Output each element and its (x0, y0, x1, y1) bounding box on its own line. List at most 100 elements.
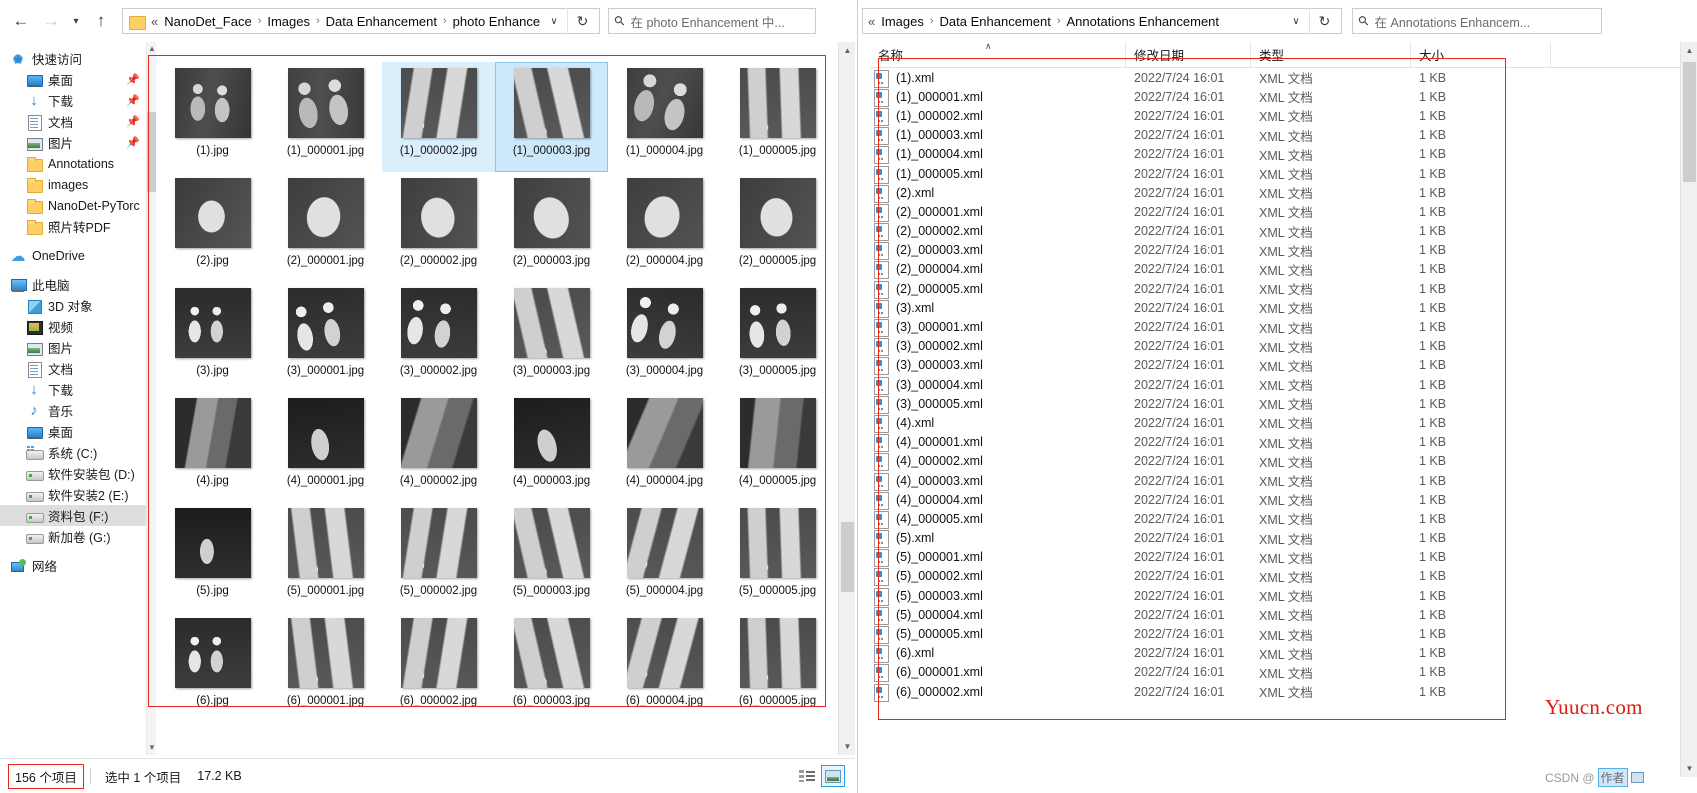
thumbnail-tile[interactable]: (1)_000005.jpg (721, 62, 834, 172)
breadcrumb-item-nanodet-face[interactable]: NanoDet_Face (161, 12, 254, 31)
file-row[interactable]: (5)_000004.xml 2022/7/24 16:01 XML 文档 1 KB (870, 605, 1680, 625)
pin-icon[interactable]: 📌 (126, 115, 140, 128)
thumbnail-tile[interactable]: (1).jpg (156, 62, 269, 172)
thumbnail-tile[interactable]: (4).jpg (156, 392, 269, 502)
thumbnail-tile[interactable]: (6).jpg (156, 612, 269, 722)
pin-icon[interactable]: 📌 (126, 94, 140, 107)
breadcrumb-item-images[interactable]: Images (264, 12, 313, 31)
file-row[interactable]: (3)_000004.xml 2022/7/24 16:01 XML 文档 1 KB (870, 375, 1680, 395)
thumbnail-tile[interactable]: (5)_000005.jpg (721, 502, 834, 612)
right-search-box[interactable]: ⚲ 在 Annotations Enhancem... (1352, 8, 1602, 34)
file-row[interactable]: (4)_000001.xml 2022/7/24 16:01 XML 文档 1 KB (870, 433, 1680, 453)
file-row[interactable]: (2)_000001.xml 2022/7/24 16:01 XML 文档 1 KB (870, 202, 1680, 222)
thumbnail-tile[interactable]: (3)_000005.jpg (721, 282, 834, 392)
column-header-type[interactable]: 类型 (1250, 41, 1410, 68)
sidebar-item-pictures[interactable]: 图片 📌 (0, 132, 146, 153)
thumbnail-tile[interactable]: (6)_000004.jpg (608, 612, 721, 722)
file-row[interactable]: (2).xml 2022/7/24 16:01 XML 文档 1 KB (870, 183, 1680, 203)
file-row[interactable]: (2)_000005.xml 2022/7/24 16:01 XML 文档 1 KB (870, 279, 1680, 299)
file-row[interactable]: (6)_000001.xml 2022/7/24 16:01 XML 文档 1 KB (870, 663, 1680, 683)
sidebar-group-this-pc[interactable]: 此电脑 (0, 274, 146, 295)
thumbnail-tile[interactable]: (4)_000001.jpg (269, 392, 382, 502)
refresh-icon[interactable]: ↻ (567, 8, 597, 34)
file-row[interactable]: (2)_000003.xml 2022/7/24 16:01 XML 文档 1 KB (870, 241, 1680, 261)
column-header-name[interactable]: 名称 ∧ (870, 41, 1125, 68)
scroll-down-icon[interactable]: ▼ (1681, 760, 1697, 777)
file-row[interactable]: (4)_000004.xml 2022/7/24 16:01 XML 文档 1 KB (870, 490, 1680, 510)
thumbnail-tile[interactable]: (6)_000005.jpg (721, 612, 834, 722)
breadcrumb-overflow[interactable]: « (865, 12, 878, 31)
thumbnail-tile[interactable]: (1)_000002.jpg (382, 62, 495, 172)
thumbnail-tile[interactable]: (3).jpg (156, 282, 269, 392)
nav-pane-scrollbar[interactable]: ▲ ▼ (146, 42, 157, 755)
pin-icon[interactable]: 📌 (126, 73, 140, 86)
column-header-size[interactable]: 大小 (1410, 41, 1550, 68)
thumbnail-tile[interactable]: (3)_000002.jpg (382, 282, 495, 392)
sidebar-item-documents-pc[interactable]: 文档 (0, 358, 146, 379)
left-breadcrumb[interactable]: « NanoDet_Face › Images › Data Enhanceme… (122, 8, 600, 34)
sidebar-item-desktop-pc[interactable]: 桌面 (0, 421, 146, 442)
file-row[interactable]: (4).xml 2022/7/24 16:01 XML 文档 1 KB (870, 413, 1680, 433)
sidebar-item-documents[interactable]: 文档 📌 (0, 111, 146, 132)
thumbnail-tile[interactable]: (4)_000005.jpg (721, 392, 834, 502)
recent-locations-chevron-icon[interactable]: ▾ (66, 6, 86, 36)
sidebar-item-photo-to-pdf[interactable]: 照片转PDF (0, 216, 146, 237)
breadcrumb-item-annotations-enhancement[interactable]: Annotations Enhancement (1064, 12, 1223, 31)
column-header-date-modified[interactable]: 修改日期 (1125, 41, 1250, 68)
thumbnail-tile[interactable]: (6)_000003.jpg (495, 612, 608, 722)
thumbnail-tile[interactable]: (3)_000004.jpg (608, 282, 721, 392)
sidebar-item-videos[interactable]: 视频 (0, 316, 146, 337)
column-header-empty[interactable] (1550, 41, 1670, 68)
thumbnail-tile[interactable]: (2)_000004.jpg (608, 172, 721, 282)
right-breadcrumb[interactable]: « Images › Data Enhancement › Annotation… (862, 8, 1342, 34)
thumbnail-tile[interactable]: (5)_000002.jpg (382, 502, 495, 612)
sidebar-item-3d-objects[interactable]: 3D 对象 (0, 295, 146, 316)
content-scrollbar[interactable]: ▲ ▼ (838, 42, 855, 755)
sidebar-item-nanodet-pytorch[interactable]: NanoDet-PyTorc (0, 195, 146, 216)
thumbnail-tile[interactable]: (1)_000003.jpg (495, 62, 608, 172)
up-arrow-icon[interactable]: ↑ (86, 6, 116, 36)
scroll-thumb[interactable] (1683, 62, 1696, 182)
thumbnail-tile[interactable]: (1)_000004.jpg (608, 62, 721, 172)
thumbnail-tile[interactable]: (2)_000001.jpg (269, 172, 382, 282)
file-row[interactable]: (3).xml 2022/7/24 16:01 XML 文档 1 KB (870, 298, 1680, 318)
thumbnail-tile[interactable]: (6)_000002.jpg (382, 612, 495, 722)
sidebar-item-music[interactable]: 音乐 (0, 400, 146, 421)
file-row[interactable]: (5).xml 2022/7/24 16:01 XML 文档 1 KB (870, 529, 1680, 549)
details-view-button[interactable] (795, 765, 819, 787)
file-row[interactable]: (1)_000001.xml 2022/7/24 16:01 XML 文档 1 KB (870, 87, 1680, 107)
sidebar-item-images[interactable]: images (0, 174, 146, 195)
thumbnail-tile[interactable]: (4)_000002.jpg (382, 392, 495, 502)
file-row[interactable]: (4)_000002.xml 2022/7/24 16:01 XML 文档 1 KB (870, 452, 1680, 472)
scroll-down-icon[interactable]: ▼ (839, 738, 855, 755)
file-row[interactable]: (6).xml 2022/7/24 16:01 XML 文档 1 KB (870, 644, 1680, 664)
breadcrumb-overflow[interactable]: « (148, 12, 161, 31)
scroll-thumb[interactable] (841, 522, 854, 592)
thumbnail-tile[interactable]: (3)_000001.jpg (269, 282, 382, 392)
file-row[interactable]: (3)_000002.xml 2022/7/24 16:01 XML 文档 1 KB (870, 337, 1680, 357)
file-row[interactable]: (3)_000005.xml 2022/7/24 16:01 XML 文档 1 KB (870, 394, 1680, 414)
chevron-down-icon[interactable]: ∨ (1283, 9, 1309, 33)
sidebar-item-drive-d[interactable]: 软件安装包 (D:) (0, 463, 146, 484)
breadcrumb-item-photo-enhancement[interactable]: photo Enhancement (450, 12, 541, 31)
scroll-up-icon[interactable]: ▲ (839, 42, 855, 59)
thumbnail-tile[interactable]: (5)_000003.jpg (495, 502, 608, 612)
file-row[interactable]: (4)_000003.xml 2022/7/24 16:01 XML 文档 1 KB (870, 471, 1680, 491)
chevron-down-icon[interactable]: ∨ (541, 9, 567, 33)
breadcrumb-item-data-enhancement[interactable]: Data Enhancement (323, 12, 440, 31)
file-row[interactable]: (1)_000005.xml 2022/7/24 16:01 XML 文档 1 KB (870, 164, 1680, 184)
sidebar-item-drive-f[interactable]: 资料包 (F:) (0, 505, 146, 526)
left-search-box[interactable]: ⚲ 在 photo Enhancement 中... (608, 8, 816, 34)
scroll-up-icon[interactable]: ▲ (1681, 42, 1697, 59)
back-arrow-icon[interactable]: ← (6, 6, 36, 36)
file-row[interactable]: (5)_000002.xml 2022/7/24 16:01 XML 文档 1 KB (870, 567, 1680, 587)
pin-icon[interactable]: 📌 (126, 136, 140, 149)
file-row[interactable]: (1)_000002.xml 2022/7/24 16:01 XML 文档 1 KB (870, 106, 1680, 126)
file-row[interactable]: (4)_000005.xml 2022/7/24 16:01 XML 文档 1 KB (870, 509, 1680, 529)
thumbnail-tile[interactable]: (3)_000003.jpg (495, 282, 608, 392)
file-row[interactable]: (1).xml 2022/7/24 16:01 XML 文档 1 KB (870, 68, 1680, 88)
thumbnail-tile[interactable]: (4)_000004.jpg (608, 392, 721, 502)
sidebar-item-desktop[interactable]: 桌面 📌 (0, 69, 146, 90)
thumbnail-tile[interactable]: (2)_000005.jpg (721, 172, 834, 282)
thumbnail-tile[interactable]: (1)_000001.jpg (269, 62, 382, 172)
